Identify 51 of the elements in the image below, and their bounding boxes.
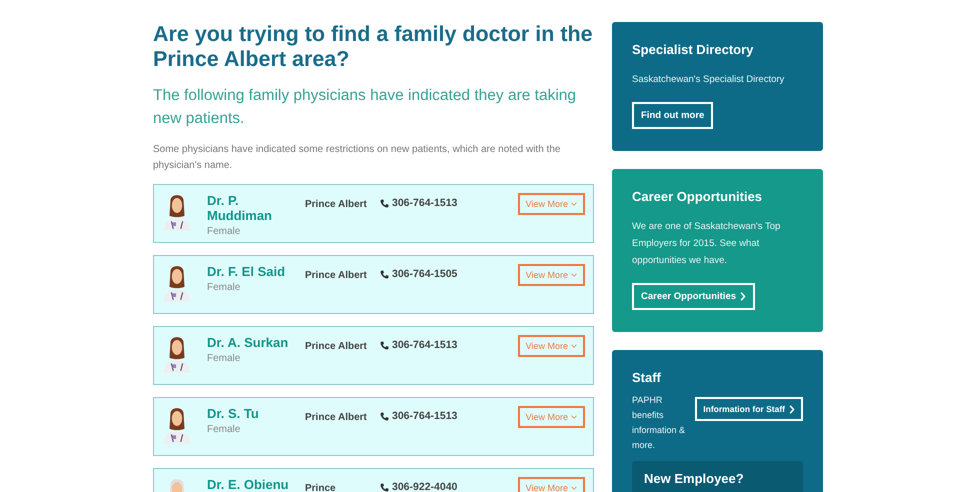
- city-text: Prince Albert: [305, 199, 368, 210]
- doctor-name[interactable]: Dr. E. Obienu: [207, 477, 305, 492]
- gender-text: Female: [207, 353, 242, 364]
- panel-button[interactable]: Career Opportunities: [632, 283, 756, 310]
- caret-icon: [571, 202, 577, 206]
- phone-icon: [380, 270, 389, 278]
- phone-icon: [380, 412, 389, 420]
- new-employee-panel: New Employee?: [632, 461, 803, 492]
- phone-number[interactable]: 306-764-1505: [392, 268, 458, 280]
- doctor-name[interactable]: Dr. S. Tu: [207, 406, 305, 421]
- phone-icon: [380, 198, 389, 208]
- panel-title: Career Opportunities: [632, 189, 764, 204]
- view-more-button[interactable]: View More: [518, 477, 585, 492]
- doctor-name[interactable]: Dr. F. El Said: [207, 264, 305, 279]
- city-text: Prince Albert: [305, 341, 368, 352]
- view-more-button[interactable]: View More: [518, 335, 585, 357]
- caret-icon: [571, 415, 577, 419]
- phone-icon: [380, 340, 389, 350]
- phone-number[interactable]: 306-764-1513: [392, 339, 458, 351]
- note-text: Some physicians have indicated some restrictions on new patients, which are noted with the physician's name.: [153, 143, 562, 173]
- view-more-button[interactable]: View More: [518, 264, 585, 286]
- doctor-avatar-icon: [162, 335, 192, 373]
- panel-text: Saskatchewan's Specialist Directory: [632, 73, 786, 87]
- panel-title: Staff: [632, 370, 662, 385]
- phone-number[interactable]: 306-922-4040: [392, 481, 458, 492]
- gender-text: Female: [207, 424, 242, 435]
- gender-text: Female: [207, 282, 242, 293]
- view-more-button[interactable]: View More: [518, 406, 585, 428]
- panel-text: We are one of Saskatchewan's Top Employers for 2015. See what opportunities we have.: [632, 220, 782, 268]
- doctor-name[interactable]: Dr. A. Surkan: [207, 335, 305, 350]
- phone-number[interactable]: 306-764-1513: [392, 410, 458, 422]
- gender-text: Female: [207, 226, 242, 237]
- doctor-avatar-icon: [162, 193, 192, 231]
- phone-icon: [380, 482, 389, 492]
- panel-title: Specialist Directory: [632, 42, 754, 57]
- doctor-name[interactable]: Dr. P. Muddiman: [207, 193, 305, 223]
- page-heading: Are you trying to find a family doctor in the Prince Albert area?: [153, 22, 594, 72]
- doctor-avatar-icon: [162, 264, 192, 302]
- caret-icon: [571, 486, 577, 490]
- caret-icon: [571, 273, 577, 277]
- city-text: Prince Albert: [305, 270, 368, 281]
- panel-button[interactable]: Information for Staff: [695, 397, 803, 421]
- caret-icon: [571, 344, 577, 348]
- phone-number[interactable]: 306-764-1513: [392, 197, 458, 209]
- doctor-avatar-icon: [162, 406, 192, 444]
- view-more-button[interactable]: View More: [518, 193, 585, 215]
- panel-text: PAPHR benefits information & more.: [632, 394, 686, 452]
- city-text: Prince: [305, 483, 337, 492]
- intro-text: The following family physicians have indicated they are taking new patients.: [153, 86, 578, 129]
- panel-button[interactable]: Find out more: [632, 102, 714, 129]
- city-text: Prince Albert: [305, 412, 368, 423]
